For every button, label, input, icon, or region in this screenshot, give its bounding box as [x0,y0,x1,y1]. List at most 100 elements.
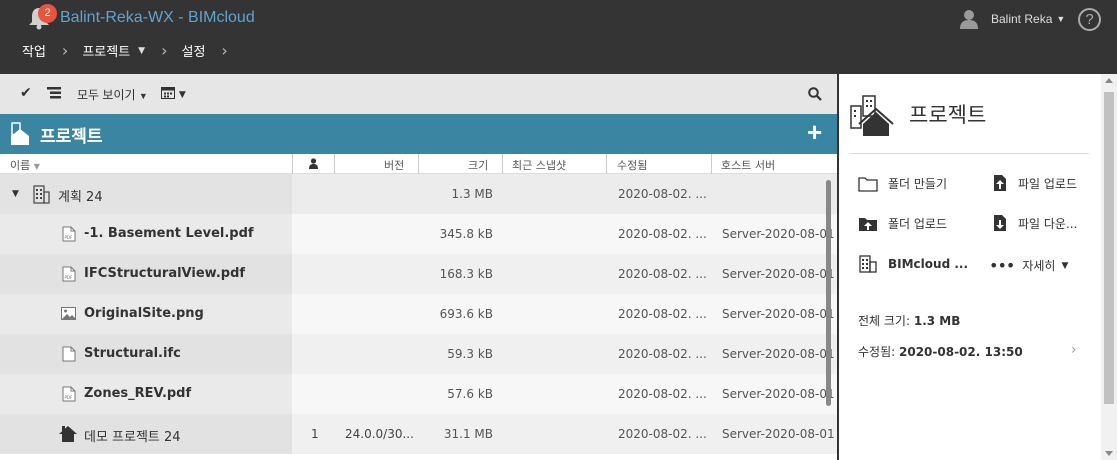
upload-file-icon [994,175,1006,191]
modified-label: 수정됨: [858,345,896,359]
download-file-label: 파일 다운... [1018,216,1078,231]
check-icon[interactable]: ✔ [20,85,32,101]
panel-scrollbar[interactable] [1101,74,1117,460]
pdf-file-icon: PDF [62,226,76,242]
caret-down-icon[interactable]: ▼ [138,46,145,56]
list-item[interactable]: PDF -1. Basement Level.pdf 345.8 kB 2020… [0,214,838,254]
scroll-down-icon[interactable] [1105,451,1113,456]
chevron-right-icon[interactable]: › [1071,342,1077,358]
calendar-dropdown[interactable]: ▼ [161,86,186,100]
upload-file-button[interactable]: 파일 업로드 [992,174,1077,192]
row-name: -1. Basement Level.pdf [84,226,254,241]
row-host: Server-2020-08-01 [722,307,835,321]
column-divider [502,154,503,174]
row-name: Zones_REV.pdf [84,386,192,401]
scroll-up-icon[interactable] [1105,78,1113,83]
scrollbar-thumb[interactable] [1104,92,1114,404]
row-version: 24.0.0/30... [345,427,414,441]
modified-info: 수정됨: 2020-08-02. 13:50 [858,343,1023,360]
total-size-value: 1.3 MB [913,314,961,328]
row-size: 59.3 kB [447,347,493,361]
upload-file-label: 파일 업로드 [1018,176,1078,191]
row-date: 2020-08-02. ... [618,307,707,321]
row-size: 57.6 kB [447,387,493,401]
upload-folder-button[interactable]: 폴더 업로드 [858,215,947,232]
new-folder-button[interactable]: 폴더 만들기 [858,175,947,192]
svg-text:PDF: PDF [65,235,73,240]
add-icon[interactable]: + [807,117,822,148]
row-size: 693.6 kB [439,307,493,321]
row-size: 31.1 MB [443,427,493,441]
more-label: 자세히 [1022,259,1056,273]
calendar-icon [161,87,175,99]
help-icon[interactable]: ? [1078,8,1101,31]
column-version[interactable]: 버전 [384,157,404,173]
file-icon [62,346,76,362]
bimcloud-label: BIMcloud ... [888,257,969,271]
project-list: ▼ 계획 24 1.3 MB 2020-08-02. ... PDF -1. B… [0,174,838,460]
list-item[interactable]: PDF Zones_REV.pdf 57.6 kB 2020-08-02. ..… [0,374,838,414]
row-name: Structural.ifc [84,346,181,361]
breadcrumb: 작업 › 프로젝트 ▼ › 설정 › [22,41,242,61]
column-name[interactable]: 이름 ▼ [10,157,40,173]
user-name[interactable]: Balint Reka [991,12,1052,26]
row-size: 1.3 MB [451,187,493,201]
project-header-bar: 프로젝트 + [0,114,838,154]
column-size[interactable]: 크기 [468,157,488,173]
list-item[interactable]: ▼ 계획 24 1.3 MB 2020-08-02. ... [0,174,838,214]
column-divider [711,154,712,174]
row-date: 2020-08-02. ... [618,387,707,401]
building-icon [33,185,50,204]
row-date: 2020-08-02. ... [618,227,707,241]
column-snapshot[interactable]: 최근 스냅샷 [512,157,566,173]
upload-folder-label: 폴더 업로드 [888,217,948,231]
download-file-button[interactable]: 파일 다운... [992,214,1077,232]
new-folder-label: 폴더 만들기 [888,177,948,191]
column-divider [334,154,335,174]
row-user-count: 1 [311,427,319,441]
row-host: Server-2020-08-01 [722,427,835,441]
project-bar-title: 프로젝트 [40,127,103,147]
home-project-icon [11,122,29,145]
column-modified[interactable]: 수정됨 [617,157,647,173]
list-scrollbar[interactable] [826,180,831,406]
search-icon[interactable] [808,87,822,101]
bimcloud-button[interactable]: BIMcloud ... [858,255,968,273]
list-item[interactable]: PDF IFCStructuralView.pdf 168.3 kB 2020-… [0,254,838,294]
panel-title: 프로젝트 [909,103,987,127]
row-size: 168.3 kB [439,267,493,281]
image-file-icon [61,307,76,320]
project-buildings-icon [850,95,894,136]
row-host: Server-2020-08-01 [722,227,835,241]
user-menu[interactable]: Balint Reka ▼ [960,9,1065,29]
list-item[interactable]: Structural.ifc 59.3 kB 2020-08-02. ... S… [0,334,838,374]
list-item[interactable]: 데모 프로젝트 24 1 24.0.0/30... 31.1 MB 2020-0… [0,414,838,454]
home-project-icon [59,426,77,442]
caret-down-icon: ▼ [138,91,148,101]
user-column-icon[interactable] [309,158,318,169]
row-date: 2020-08-02. ... [618,187,707,201]
download-file-icon [994,215,1006,231]
row-name-text: 계획 24 [58,190,103,205]
more-dropdown[interactable]: ••• 자세히 ▼ [989,256,1068,275]
expand-toggle-icon[interactable]: ▼ [12,189,19,199]
list-item[interactable]: OriginalSite.png 693.6 kB 2020-08-02. ..… [0,294,838,334]
chevron-right-icon: › [161,41,168,60]
row-name: 계획 24 [58,186,103,205]
panel-separator [849,153,1089,154]
breadcrumb-projects[interactable]: 프로젝트 [82,41,130,60]
row-host: Server-2020-08-01 [722,267,835,281]
row-host: Server-2020-08-01 [722,347,835,361]
show-all-dropdown[interactable]: 모두 보이기 ▼ [77,86,148,103]
breadcrumb-tasks[interactable]: 작업 [22,41,46,60]
top-header: 2 Balint-Reka-WX - BIMcloud 작업 › 프로젝트 ▼ … [0,0,1117,74]
show-all-label: 모두 보이기 [77,88,136,102]
notification-badge[interactable]: 2 [38,4,57,23]
column-host[interactable]: 호스트 서버 [721,157,775,173]
caret-down-icon[interactable]: ▼ [1056,14,1065,24]
column-name-label: 이름 [10,159,31,172]
breadcrumb-settings[interactable]: 설정 [182,41,206,60]
caret-down-icon: ▼ [1061,260,1069,271]
row-size: 345.8 kB [439,227,493,241]
list-view-icon[interactable] [47,87,61,99]
